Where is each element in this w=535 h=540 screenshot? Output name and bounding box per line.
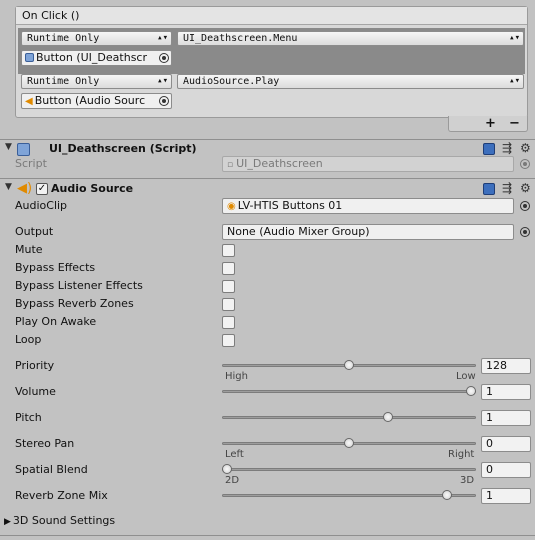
bypass-reverb-zones-label: Bypass Reverb Zones xyxy=(15,297,134,310)
script-label: Script xyxy=(15,157,47,170)
spatial-blend-min-label: 2D xyxy=(225,475,240,486)
3d-sound-settings-foldout[interactable]: ▶ 3D Sound Settings xyxy=(4,514,115,527)
foldout-arrow-icon: ▶ xyxy=(4,517,11,527)
function-dropdown-2[interactable]: AudioSource.Play ▴▾ xyxy=(177,74,524,89)
spatial-blend-label: Spatial Blend xyxy=(15,463,88,476)
audio-file-icon: ◉ xyxy=(227,201,236,212)
divider xyxy=(0,535,535,536)
mute-checkbox[interactable] xyxy=(222,244,235,257)
object-picker-icon[interactable] xyxy=(159,53,169,63)
help-book-icon[interactable] xyxy=(483,143,495,155)
target-object-field-2[interactable]: ◀ Button (Audio Sourc xyxy=(21,93,172,109)
stereo-pan-max-label: Right xyxy=(448,449,475,460)
foldout-arrow-icon[interactable]: ▼ xyxy=(5,142,12,152)
speaker-icon: ◀ xyxy=(25,96,33,107)
output-label: Output xyxy=(15,225,54,238)
runtime-mode-label-1: Runtime Only xyxy=(27,33,100,44)
3d-sound-settings-label: 3D Sound Settings xyxy=(12,514,116,527)
gear-icon[interactable]: ⚙ xyxy=(520,181,531,195)
function-label-2: AudioSource.Play xyxy=(183,76,280,87)
onclick-header: On Click () xyxy=(16,7,527,25)
dropdown-arrow-icon: ▴▾ xyxy=(509,76,520,86)
volume-slider-track[interactable] xyxy=(222,390,476,393)
bypass-reverb-zones-checkbox[interactable] xyxy=(222,298,235,311)
loop-label: Loop xyxy=(15,333,42,346)
function-dropdown-1[interactable]: UI_Deathscreen.Menu ▴▾ xyxy=(177,31,524,46)
spatial-blend-max-label: 3D xyxy=(460,475,475,486)
output-field[interactable]: None (Audio Mixer Group) xyxy=(222,224,514,240)
component-enabled-checkbox[interactable]: ✓ xyxy=(36,183,48,195)
speaker-icon: ◀) xyxy=(17,181,33,196)
audioclip-label: AudioClip xyxy=(15,199,68,212)
audio-source-header[interactable]: ▼ ◀) ✓ Audio Source ⇶ ⚙ xyxy=(0,181,535,199)
target-object-field-1[interactable]: Button (UI_Deathscr xyxy=(21,50,172,66)
help-book-icon[interactable] xyxy=(483,183,495,195)
object-picker-icon[interactable] xyxy=(520,201,530,211)
reverb-zone-mix-slider-track[interactable] xyxy=(222,494,476,497)
foldout-arrow-icon[interactable]: ▼ xyxy=(5,182,12,192)
mute-label: Mute xyxy=(15,243,43,256)
priority-label: Priority xyxy=(15,359,55,372)
audioclip-value: LV-HTIS Buttons 01 xyxy=(237,199,343,212)
onclick-event-panel: On Click () Runtime Only ▴▾ UI_Deathscre… xyxy=(15,6,528,118)
stereo-pan-min-label: Left xyxy=(225,449,244,460)
audioclip-field[interactable]: ◉ LV-HTIS Buttons 01 xyxy=(222,198,514,214)
gear-icon[interactable]: ⚙ xyxy=(520,141,531,155)
spatial-blend-slider-knob[interactable] xyxy=(222,464,232,474)
object-picker-icon xyxy=(520,159,530,169)
script-icon xyxy=(25,53,34,62)
remove-button[interactable]: − xyxy=(509,116,520,131)
reverb-zone-mix-field[interactable]: 1 xyxy=(481,488,531,504)
target-object-label-1: Button (UI_Deathscr xyxy=(36,51,147,64)
volume-field[interactable]: 1 xyxy=(481,384,531,400)
priority-max-label: Low xyxy=(456,371,476,382)
script-icon xyxy=(17,143,30,156)
divider xyxy=(0,178,535,179)
dropdown-arrow-icon: ▴▾ xyxy=(157,76,168,86)
play-on-awake-label: Play On Awake xyxy=(15,315,97,328)
object-picker-icon[interactable] xyxy=(520,227,530,237)
divider xyxy=(0,139,535,140)
target-object-label-2: Button (Audio Sourc xyxy=(34,94,146,107)
reverb-zone-mix-slider-knob[interactable] xyxy=(441,490,452,500)
dropdown-arrow-icon: ▴▾ xyxy=(157,33,168,43)
bypass-effects-label: Bypass Effects xyxy=(15,261,96,274)
runtime-mode-label-2: Runtime Only xyxy=(27,76,100,87)
pitch-label: Pitch xyxy=(15,411,42,424)
preset-icon[interactable]: ⇶ xyxy=(502,181,512,195)
loop-checkbox[interactable] xyxy=(222,334,235,347)
bypass-listener-effects-checkbox[interactable] xyxy=(222,280,235,293)
runtime-mode-dropdown-2[interactable]: Runtime Only ▴▾ xyxy=(21,74,172,89)
pitch-field[interactable]: 1 xyxy=(481,410,531,426)
dropdown-arrow-icon: ▴▾ xyxy=(509,33,520,43)
component-title: Audio Source xyxy=(51,182,134,195)
script-value: UI_Deathscreen xyxy=(236,157,323,170)
object-picker-icon[interactable] xyxy=(159,96,169,106)
add-button[interactable]: + xyxy=(485,116,496,131)
volume-label: Volume xyxy=(15,385,56,398)
pitch-slider-knob[interactable] xyxy=(383,412,394,422)
reverb-zone-mix-label: Reverb Zone Mix xyxy=(15,489,108,502)
pitch-slider-track[interactable] xyxy=(222,416,476,419)
priority-field[interactable]: 128 xyxy=(481,358,531,374)
component-title: UI_Deathscreen (Script) xyxy=(49,142,197,155)
preset-icon[interactable]: ⇶ xyxy=(502,141,512,155)
stereo-pan-slider-knob[interactable] xyxy=(344,438,354,448)
output-value: None (Audio Mixer Group) xyxy=(227,225,370,238)
script-field: ▫ UI_Deathscreen xyxy=(222,156,514,172)
script-icon: ▫ xyxy=(227,160,234,170)
bypass-listener-effects-label: Bypass Listener Effects xyxy=(15,279,143,292)
function-label-1: UI_Deathscreen.Menu xyxy=(183,33,298,44)
play-on-awake-checkbox[interactable] xyxy=(222,316,235,329)
priority-min-label: High xyxy=(225,371,248,382)
stereo-pan-label: Stereo Pan xyxy=(15,437,75,450)
volume-slider-knob[interactable] xyxy=(466,386,476,396)
spatial-blend-field[interactable]: 0 xyxy=(481,462,531,478)
add-remove-bar: + − xyxy=(448,116,528,132)
bypass-effects-checkbox[interactable] xyxy=(222,262,235,275)
stereo-pan-field[interactable]: 0 xyxy=(481,436,531,452)
spatial-blend-slider-track[interactable] xyxy=(222,468,476,471)
priority-slider-knob[interactable] xyxy=(344,360,354,370)
runtime-mode-dropdown-1[interactable]: Runtime Only ▴▾ xyxy=(21,31,172,46)
